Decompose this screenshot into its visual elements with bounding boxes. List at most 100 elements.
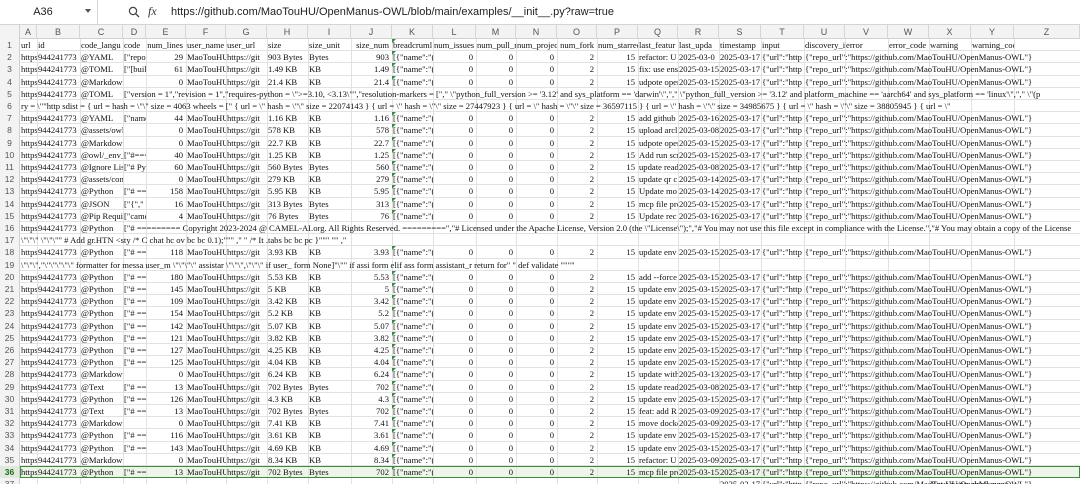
cell[interactable]: @Python (80, 429, 123, 441)
cell[interactable]: 60 (146, 161, 186, 173)
cell[interactable]: mcp file pro (638, 466, 678, 478)
row-header[interactable]: 14 (0, 197, 20, 210)
cell[interactable]: 2 (557, 393, 597, 405)
cell[interactable]: 2 (557, 307, 597, 319)
table-row[interactable]: 9https://git944241773@Markdown0MaoTouHUh… (0, 136, 1080, 149)
cell[interactable]: ["# ===== (123, 442, 146, 454)
cell[interactable]: 0 (433, 161, 476, 173)
row-header[interactable]: 3 (0, 63, 20, 76)
cell[interactable]: {"url":"http (761, 466, 804, 478)
cell[interactable] (557, 478, 597, 484)
cell[interactable]: 2 (557, 356, 597, 368)
table-row[interactable]: 12https://git944241773@assets/community.… (0, 173, 1080, 186)
cell[interactable]: code (123, 39, 146, 51)
cell[interactable]: 0 (433, 381, 476, 393)
cell[interactable]: 2 (557, 161, 597, 173)
column-header-i[interactable]: I (308, 25, 351, 39)
column-header-z[interactable]: Z (1014, 25, 1080, 39)
cell[interactable]: 1.16 (351, 112, 392, 124)
cell[interactable]: https://git (226, 246, 267, 258)
cell[interactable]: 2025-03-17 (719, 344, 761, 356)
cell[interactable]: 4.25 (351, 344, 392, 356)
cell[interactable]: 0 (433, 454, 476, 466)
cell[interactable]: {"url":"http (761, 320, 804, 332)
cell[interactable]: 13 (146, 466, 186, 478)
cell[interactable]: 2 (557, 466, 597, 478)
cell[interactable]: ["# ===== (123, 320, 146, 332)
cell[interactable]: @Markdown (80, 368, 123, 380)
cell[interactable]: 2025-03-17 (719, 271, 761, 283)
cell[interactable]: 578 KB (267, 124, 308, 136)
row-header[interactable]: 29 (0, 380, 20, 393)
cell[interactable]: https://git (226, 283, 267, 295)
table-row[interactable]: 20https://git944241773@Python["# =====18… (0, 270, 1080, 283)
cell[interactable]: 2 (557, 185, 597, 197)
cell[interactable]: MaoTouHU (186, 454, 226, 466)
cell[interactable]: 15 (597, 198, 638, 210)
cell[interactable]: 2025-03-17 (719, 137, 761, 149)
cell[interactable]: 145 (146, 283, 186, 295)
cell[interactable]: 2025-03-09 (678, 417, 719, 429)
cell[interactable]: 15 (597, 124, 638, 136)
cell[interactable]: {"repo_url":"https://github.com/MaoTouHU… (804, 344, 1080, 356)
cell[interactable]: 0 (476, 295, 516, 307)
cell[interactable]: {"repo_url":"https://github.com/MaoTouHU… (804, 381, 1080, 393)
cell[interactable]: 560 Bytes (267, 161, 308, 173)
cell[interactable]: \"\"\","\"\"\"\"\" formatter for messa u… (20, 259, 1080, 271)
cell[interactable]: 0 (433, 185, 476, 197)
cell[interactable]: 4 (146, 210, 186, 222)
cell[interactable]: 0 (476, 442, 516, 454)
cell[interactable]: 3.61 (351, 429, 392, 441)
cell[interactable]: {"repo_url":"https://github.com/MaoTouHU… (804, 368, 1080, 380)
cell[interactable]: 2025-03-15 (678, 442, 719, 454)
cell[interactable]: [{"name":"( (392, 454, 433, 466)
cell[interactable]: [{"name":"( (392, 368, 433, 380)
cell[interactable]: https://git (20, 368, 37, 380)
cell[interactable]: [{"name":"( (392, 198, 433, 210)
cell[interactable]: 125 (146, 356, 186, 368)
cell[interactable]: KB (308, 173, 351, 185)
cell[interactable]: 15 (597, 271, 638, 283)
cell[interactable]: 13 (146, 405, 186, 417)
cell[interactable]: KB (308, 271, 351, 283)
cell[interactable]: 5.95 KB (267, 185, 308, 197)
cell[interactable]: MaoTouHU (186, 246, 226, 258)
cell[interactable]: https://git (20, 271, 37, 283)
cell[interactable]: 702 (351, 381, 392, 393)
cell[interactable]: 0 (516, 307, 557, 319)
cell[interactable]: https://git (20, 185, 37, 197)
cell[interactable]: @Markdown (80, 417, 123, 429)
cell[interactable]: ["# ===== (123, 332, 146, 344)
cell[interactable]: 2025-03-15 (678, 393, 719, 405)
cell[interactable]: 944241773 (37, 368, 80, 380)
cell[interactable]: 944241773 (37, 393, 80, 405)
row-header[interactable]: 22 (0, 295, 20, 308)
table-row[interactable]: 19 \"\"\","\"\"\"\"\" formatter for mess… (0, 258, 1080, 271)
cell[interactable]: [{"name":"( (392, 393, 433, 405)
cell[interactable]: {"url":"http (761, 198, 804, 210)
cell[interactable]: {"repo_url":"https://github.com/MaoTouHU… (804, 137, 1080, 149)
cell[interactable]: 2 (557, 149, 597, 161)
cell[interactable] (80, 478, 123, 484)
cell[interactable]: num_issues (433, 39, 476, 51)
cell[interactable]: 4.69 KB (267, 442, 308, 454)
cell[interactable]: ["# ===== (123, 246, 146, 258)
table-row[interactable]: 1 url id code_langu code num_lines user_name us… (0, 39, 1080, 52)
cell[interactable]: 0 (433, 429, 476, 441)
cell[interactable]: {"url":"http (761, 381, 804, 393)
row-header[interactable]: 6 (0, 100, 20, 113)
cell[interactable]: 0 (516, 393, 557, 405)
cell[interactable]: update env (638, 332, 678, 344)
cell[interactable]: 6.24 KB (267, 368, 308, 380)
cell[interactable]: ["repos"," (123, 51, 146, 63)
cell[interactable]: KB (308, 307, 351, 319)
row-header[interactable]: 35 (0, 453, 20, 466)
cell[interactable]: @TOML (80, 63, 123, 75)
table-row[interactable]: 10https://git944241773@owl/_env_t["#====… (0, 148, 1080, 161)
cell[interactable]: 15 (597, 405, 638, 417)
row-header[interactable]: 10 (0, 148, 20, 161)
cell[interactable]: 944241773 (37, 88, 80, 100)
cell[interactable]: 2025-03-15 (678, 295, 719, 307)
cell[interactable]: KB (308, 112, 351, 124)
cell[interactable]: KB (308, 393, 351, 405)
